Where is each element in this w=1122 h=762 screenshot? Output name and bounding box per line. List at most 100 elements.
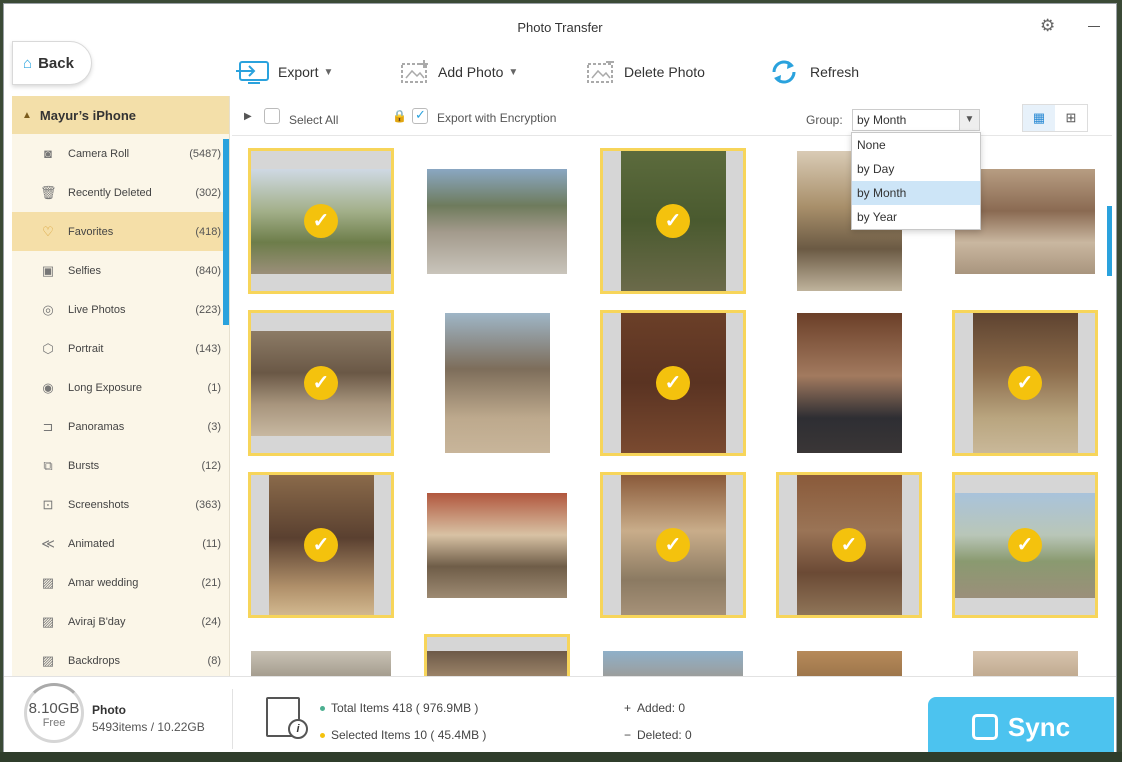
group-option-by-month[interactable]: by Month [852, 181, 980, 205]
minus-icon: − [624, 728, 632, 742]
sidebar-item-camera-roll[interactable]: ◙ Camera Roll (5487) [12, 134, 229, 173]
refresh-icon [768, 58, 804, 86]
chevron-down-icon: ▼ [508, 66, 519, 78]
sidebar-item-count: (223) [195, 303, 221, 316]
sidebar-item-count: (24) [201, 615, 221, 628]
photo-thumbnail[interactable]: ✓ [248, 148, 394, 294]
chevron-down-icon[interactable]: ▼ [959, 110, 979, 130]
device-header[interactable]: ▲ Mayur’s iPhone [12, 96, 229, 134]
deleted-stat: − Deleted: 0 [624, 728, 692, 742]
device-name: Mayur’s iPhone [39, 107, 136, 123]
sidebar-item-aviraj-bday[interactable]: ▨ Aviraj B'day (24) [12, 602, 229, 641]
total-items-text: Total Items 418 ( 976.9MB ) [331, 701, 479, 715]
sidebar-item-panoramas[interactable]: ⊐ Panoramas (3) [12, 407, 229, 446]
photo-thumbnail[interactable]: ✓ [248, 310, 394, 456]
heart-icon: ♡ [42, 223, 54, 239]
photo-content-area: ▶ Select All 🔒 Export with Encryption Gr… [232, 96, 1112, 694]
select-all-checkbox[interactable] [264, 108, 280, 124]
photo-thumbnail[interactable]: ✓ [248, 472, 394, 618]
sidebar-item-long-exposure[interactable]: ◉ Long Exposure (1) [12, 368, 229, 407]
minimize-icon[interactable] [1086, 16, 1102, 32]
refresh-label: Refresh [810, 64, 860, 80]
added-text: Added: 0 [637, 701, 686, 715]
checkmark-icon: ✓ [656, 528, 690, 562]
cube-icon: ⬡ [42, 340, 54, 356]
photo-image [427, 492, 567, 598]
desktop-background [0, 752, 1122, 762]
sidebar-item-label: Recently Deleted [68, 186, 152, 199]
sidebar-item-count: (418) [195, 225, 221, 238]
sync-button[interactable]: Sync [928, 697, 1114, 757]
sidebar-item-bursts[interactable]: ⧉ Bursts (12) [12, 446, 229, 485]
export-button[interactable]: Export ▼ [236, 54, 333, 90]
photo-thumbnail[interactable] [424, 148, 570, 294]
sidebar-scrollbar[interactable] [223, 139, 229, 325]
photo-thumbnail[interactable] [424, 310, 570, 456]
toolbar: Export ▼ Add Photo ▼ Delete Photo Refres… [4, 48, 1116, 96]
sidebar-item-label: Panoramas [68, 420, 125, 433]
sidebar-item-count: (363) [195, 498, 221, 511]
added-stat: + Added: 0 [624, 701, 685, 715]
sidebar-item-label: Animated [68, 537, 115, 550]
group-option-none[interactable]: None [852, 133, 980, 157]
sidebar-item-label: Portrait [68, 342, 104, 355]
checkmark-icon: ✓ [304, 528, 338, 562]
photo-thumbnail[interactable]: ✓ [600, 310, 746, 456]
group-option-by-year[interactable]: by Year [852, 205, 980, 229]
animated-icon: ≪ [41, 535, 55, 551]
portrait-box-icon: ▣ [41, 262, 55, 278]
photo-thumbnail[interactable]: ✓ [776, 472, 922, 618]
sidebar-item-screenshots[interactable]: ⊡ Screenshots (363) [12, 485, 229, 524]
sidebar-item-label: Camera Roll [68, 147, 130, 160]
delete-photo-button[interactable]: Delete Photo [582, 54, 705, 90]
photo-thumbnail[interactable]: ✓ [600, 472, 746, 618]
group-option-by-day[interactable]: by Day [852, 157, 980, 181]
title-bar: Photo Transfer ⚙ [4, 4, 1116, 48]
grid-scrollbar[interactable] [1107, 206, 1112, 276]
sidebar-item-live-photos[interactable]: ◎ Live Photos (223) [12, 290, 229, 329]
sidebar-item-portrait[interactable]: ⬡ Portrait (143) [12, 329, 229, 368]
sidebar-item-label: Aviraj B'day [68, 615, 126, 628]
delete-photo-label: Delete Photo [624, 64, 705, 80]
small-grid-view-icon[interactable]: ▦ [1023, 105, 1055, 131]
total-items-stat: Total Items 418 ( 976.9MB ) [320, 701, 478, 715]
sidebar-item-animated[interactable]: ≪ Animated (11) [12, 524, 229, 563]
refresh-button[interactable]: Refresh [768, 54, 859, 90]
plus-icon: + [624, 701, 632, 715]
settings-gear-icon[interactable]: ⚙ [1040, 16, 1060, 36]
photo-thumbnail[interactable] [424, 472, 570, 618]
photo-image [796, 313, 902, 453]
encryption-checkbox[interactable] [412, 107, 428, 124]
add-photo-button[interactable]: Add Photo ▼ [396, 54, 518, 90]
camera-icon: ◙ [44, 145, 52, 161]
storage-gauge: 8.10GB Free [24, 683, 84, 743]
screenshot-icon: ⊡ [42, 496, 54, 512]
sidebar-item-label: Live Photos [68, 303, 126, 316]
sidebar-item-label: Long Exposure [68, 381, 142, 394]
checkmark-icon: ✓ [656, 366, 690, 400]
control-bar: ▶ Select All 🔒 Export with Encryption Gr… [232, 96, 1112, 136]
deleted-text: Deleted: 0 [637, 728, 692, 742]
trash-icon: 🗑 [40, 184, 57, 200]
info-icon: i [288, 719, 308, 739]
expand-triangle-icon[interactable]: ▶ [244, 111, 252, 122]
sidebar-item-amar-wedding[interactable]: ▨ Amar wedding (21) [12, 563, 229, 602]
photo-thumbnail[interactable]: ✓ [952, 310, 1098, 456]
album-icon: ▨ [41, 652, 55, 668]
large-grid-view-icon[interactable]: ⊞ [1055, 105, 1087, 131]
photo-image [444, 313, 550, 453]
checkmark-icon: ✓ [1008, 528, 1042, 562]
sidebar-item-recently-deleted[interactable]: 🗑 Recently Deleted (302) [12, 173, 229, 212]
sidebar-item-count: (11) [202, 537, 221, 550]
group-select[interactable]: by Month ▼ [852, 109, 980, 131]
storage-free-value: 8.10GB [28, 700, 80, 717]
sidebar-item-backdrops[interactable]: ▨ Backdrops (8) [12, 641, 229, 676]
sidebar-item-favorites[interactable]: ♡ Favorites (418) [12, 212, 229, 251]
sidebar-item-selfies[interactable]: ▣ Selfies (840) [12, 251, 229, 290]
sidebar-item-count: (3) [207, 420, 221, 433]
sidebar-item-label: Favorites [68, 225, 114, 238]
photo-thumbnail[interactable]: ✓ [600, 148, 746, 294]
photo-thumbnail[interactable]: ✓ [952, 472, 1098, 618]
footer-divider [232, 689, 233, 749]
photo-thumbnail[interactable] [776, 310, 922, 456]
